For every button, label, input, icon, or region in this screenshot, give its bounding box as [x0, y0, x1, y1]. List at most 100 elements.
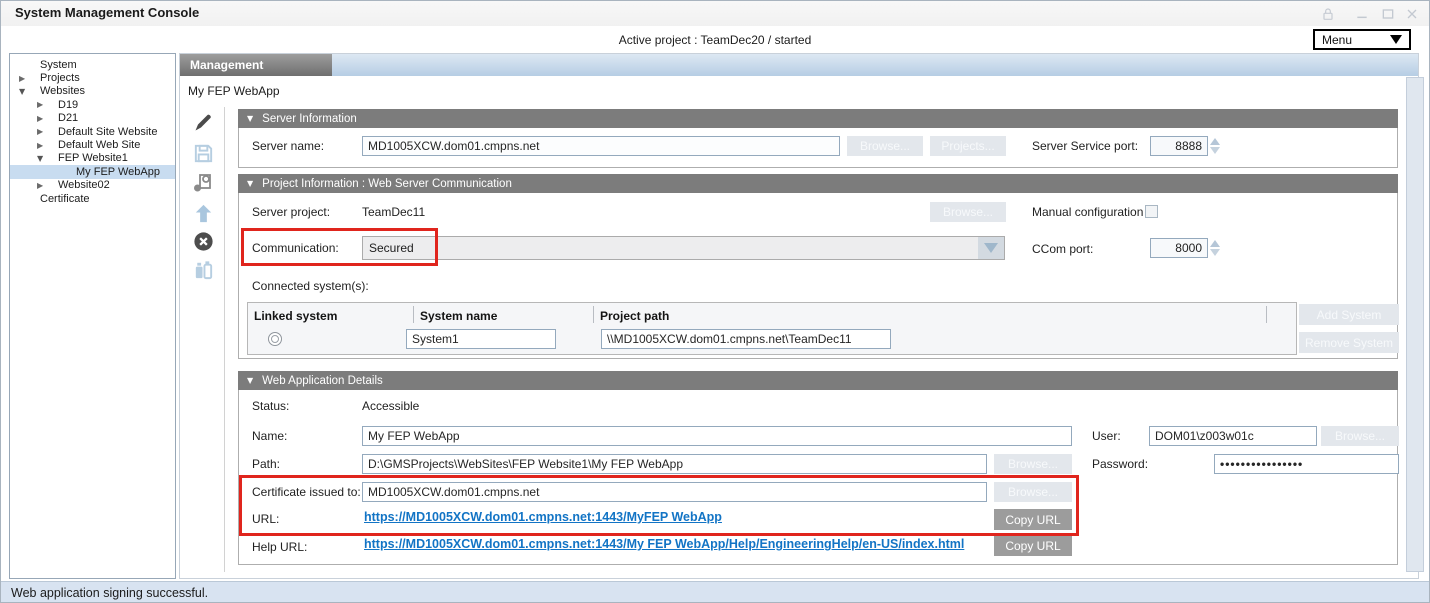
- stepper-down-icon[interactable]: [1210, 147, 1220, 154]
- tree-item-default-site-website[interactable]: Default Site Website: [10, 125, 175, 138]
- menu-dropdown-label: Menu: [1322, 33, 1390, 47]
- password-input[interactable]: [1214, 454, 1399, 474]
- ccom-port-input[interactable]: [1150, 238, 1208, 258]
- system-name-input[interactable]: [406, 329, 556, 349]
- stepper-up-icon[interactable]: [1210, 138, 1220, 145]
- server-service-port-input[interactable]: [1150, 136, 1208, 156]
- communication-value: Secured: [363, 241, 978, 255]
- projects-button[interactable]: Projects...: [930, 136, 1006, 156]
- section-server-information: Server Information Server name: Browse..…: [238, 109, 1398, 168]
- tree-item-d21[interactable]: D21: [10, 112, 175, 125]
- add-system-button[interactable]: Add System: [1299, 304, 1399, 325]
- communication-label: Communication:: [252, 241, 339, 255]
- tree-item-website02[interactable]: Website02: [10, 179, 175, 192]
- column-separator: [413, 306, 414, 323]
- sign-pen-icon[interactable]: [190, 110, 216, 136]
- upload-icon[interactable]: [190, 200, 216, 226]
- title-bar: System Management Console: [1, 1, 1429, 26]
- url-label: URL:: [252, 512, 279, 526]
- webapp-url-link[interactable]: https://MD1005XCW.dom01.cmpns.net:1443/M…: [364, 510, 722, 524]
- cancel-icon[interactable]: [190, 228, 216, 254]
- tab-strip: Management: [180, 54, 1418, 76]
- ccom-port-label: CCom port:: [1032, 242, 1093, 256]
- chevron-down-icon[interactable]: [18, 85, 40, 98]
- path-label: Path:: [252, 457, 280, 471]
- section-header-project-information[interactable]: Project Information : Web Server Communi…: [238, 174, 1398, 193]
- section-header-web-application-details[interactable]: Web Application Details: [238, 371, 1398, 390]
- dropdown-button[interactable]: [978, 237, 1004, 259]
- project-browse-button[interactable]: Browse...: [930, 202, 1006, 222]
- server-project-value: TeamDec11: [362, 205, 425, 219]
- ccom-port-stepper: [1150, 238, 1220, 258]
- status-label: Status:: [252, 399, 289, 413]
- status-value: Accessible: [362, 399, 419, 413]
- lock-icon: [1319, 6, 1337, 22]
- chevron-right-icon[interactable]: [36, 98, 58, 111]
- configure-icon[interactable]: [190, 170, 216, 196]
- stepper-down-icon[interactable]: [1210, 249, 1220, 256]
- tree-item-system[interactable]: System: [10, 58, 175, 71]
- tree-item-projects[interactable]: Projects: [10, 71, 175, 84]
- help-url-label: Help URL:: [252, 540, 307, 554]
- close-button[interactable]: [1403, 6, 1421, 22]
- chevron-right-icon[interactable]: [36, 179, 58, 192]
- column-header-system-name: System name: [420, 309, 497, 323]
- communication-dropdown[interactable]: Secured: [362, 236, 1005, 260]
- linked-system-radio[interactable]: [268, 332, 282, 346]
- active-project-label: Active project : TeamDec20 / started: [1, 33, 1429, 47]
- certificate-issued-to-input[interactable]: [362, 482, 987, 502]
- server-browse-button[interactable]: Browse...: [847, 136, 923, 156]
- server-project-label: Server project:: [252, 205, 330, 219]
- tree-item-default-web-site[interactable]: Default Web Site: [10, 138, 175, 151]
- tree-item-my-fep-webapp[interactable]: My FEP WebApp: [10, 165, 175, 178]
- chevron-right-icon[interactable]: [36, 125, 58, 138]
- copy-url-button[interactable]: Copy URL: [994, 509, 1072, 530]
- server-service-port-label: Server Service port:: [1032, 139, 1138, 153]
- toolbar-separator: [224, 107, 225, 572]
- server-name-input[interactable]: [362, 136, 840, 156]
- manual-configuration-checkbox[interactable]: [1145, 205, 1158, 218]
- tab-management[interactable]: Management: [180, 54, 332, 76]
- tree-item-certificate[interactable]: Certificate: [10, 192, 175, 205]
- save-icon[interactable]: [190, 140, 216, 166]
- name-label: Name:: [252, 429, 287, 443]
- scrollbar[interactable]: [1406, 77, 1424, 572]
- user-input[interactable]: [1149, 426, 1317, 446]
- name-input[interactable]: [362, 426, 1072, 446]
- status-message: Web application signing successful.: [11, 586, 208, 600]
- status-bar: Web application signing successful.: [1, 581, 1429, 603]
- chevron-down-icon: [984, 243, 998, 253]
- remove-system-button[interactable]: Remove System: [1299, 332, 1399, 353]
- certificate-issued-to-label: Certificate issued to:: [252, 485, 361, 499]
- chevron-right-icon[interactable]: [18, 72, 40, 85]
- help-url-link[interactable]: https://MD1005XCW.dom01.cmpns.net:1443/M…: [364, 537, 964, 551]
- certificate-browse-button[interactable]: Browse...: [994, 482, 1072, 502]
- user-label: User:: [1092, 429, 1121, 443]
- menu-dropdown[interactable]: Menu: [1313, 29, 1411, 50]
- tree-item-websites[interactable]: Websites: [10, 85, 175, 98]
- path-input[interactable]: [362, 454, 987, 474]
- section-header-server-information[interactable]: Server Information: [238, 109, 1398, 128]
- server-service-port-stepper: [1150, 136, 1220, 156]
- path-browse-button[interactable]: Browse...: [994, 454, 1072, 474]
- tree-item-fep-website1[interactable]: FEP Website1: [10, 152, 175, 165]
- compare-icon[interactable]: [190, 256, 216, 282]
- stepper-arrows: [1210, 138, 1220, 154]
- minimize-button[interactable]: [1353, 6, 1371, 22]
- chevron-right-icon[interactable]: [36, 112, 58, 125]
- user-browse-button[interactable]: Browse...: [1321, 426, 1399, 446]
- page-title: My FEP WebApp: [188, 84, 280, 98]
- connected-systems-label: Connected system(s):: [252, 279, 369, 293]
- copy-help-url-button[interactable]: Copy URL: [994, 535, 1072, 556]
- stepper-arrows: [1210, 240, 1220, 256]
- maximize-button[interactable]: [1379, 6, 1397, 22]
- column-separator: [593, 306, 594, 323]
- section-project-information: Project Information : Web Server Communi…: [238, 174, 1398, 359]
- server-name-label: Server name:: [252, 139, 324, 153]
- tree-item-d19[interactable]: D19: [10, 98, 175, 111]
- project-path-input[interactable]: [601, 329, 891, 349]
- stepper-up-icon[interactable]: [1210, 240, 1220, 247]
- window-title: System Management Console: [15, 5, 199, 20]
- chevron-right-icon[interactable]: [36, 139, 58, 152]
- chevron-down-icon[interactable]: [36, 152, 58, 165]
